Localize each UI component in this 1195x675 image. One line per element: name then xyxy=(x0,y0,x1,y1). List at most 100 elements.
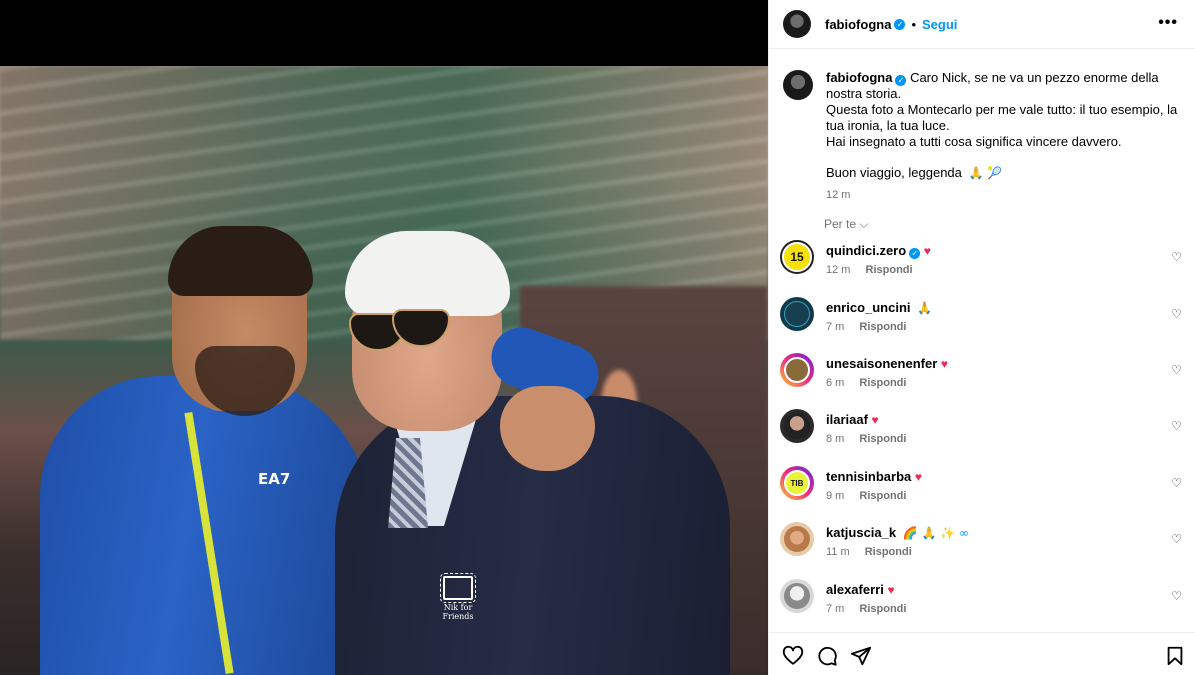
author-username[interactable]: fabiofogna xyxy=(825,17,891,32)
translation-toggle[interactable]: Per te ⌵ xyxy=(824,217,868,232)
avatar-image xyxy=(784,526,810,552)
commenter-username[interactable]: enrico_uncini xyxy=(826,300,911,315)
comment-text: ♥ xyxy=(871,413,879,427)
comment-time[interactable]: 12 m xyxy=(826,264,850,276)
comment-meta: 8 m Rispondi xyxy=(826,433,906,445)
caption-author-username[interactable]: fabiofogna xyxy=(826,70,892,85)
comment-meta: 7 m Rispondi xyxy=(826,603,906,615)
avatar-badge-text: TIB xyxy=(784,470,810,496)
comment-item: TIB tennisinbarba ♥ 9 m Rispondi ♡ xyxy=(780,466,1190,516)
comment-meta: 12 m Rispondi xyxy=(826,264,913,276)
caption-line-2: Questa foto a Montecarlo per me vale tut… xyxy=(826,102,1178,133)
commenter-avatar[interactable]: TIB xyxy=(780,466,814,500)
reply-button[interactable]: Rispondi xyxy=(859,377,906,389)
comment-item: ilariaaf ♥ 8 m Rispondi ♡ xyxy=(780,409,1190,459)
translation-label: Per te xyxy=(824,217,857,231)
comment-line: alexaferri ♥ xyxy=(826,582,895,597)
more-options-icon[interactable]: ••• xyxy=(1158,14,1178,32)
blazer-badge-text: Nik for Friends xyxy=(442,603,474,621)
separator-dot: • xyxy=(911,16,916,32)
commenter-avatar[interactable]: 15 xyxy=(780,240,814,274)
follow-button[interactable]: Segui xyxy=(922,17,957,32)
commenter-username[interactable]: katjuscia_k xyxy=(826,525,896,540)
post-caption: fabiofogna ✓ Caro Nick, se ne va un pezzo… xyxy=(783,70,1183,203)
caption-author-avatar[interactable] xyxy=(783,70,813,100)
avatar-image xyxy=(784,301,810,327)
verified-badge-icon: ✓ xyxy=(895,75,907,86)
caption-line-4: Buon viaggio, leggenda xyxy=(826,165,962,180)
comment-time[interactable]: 9 m xyxy=(826,490,844,502)
commenter-username[interactable]: quindici.zero xyxy=(826,243,906,258)
heart-icon[interactable]: ♡ xyxy=(1171,250,1182,264)
comment-line: ilariaaf ♥ xyxy=(826,412,879,427)
reply-button[interactable]: Rispondi xyxy=(859,321,906,333)
avatar-image xyxy=(784,357,810,383)
author-avatar[interactable] xyxy=(783,10,811,38)
reply-button[interactable]: Rispondi xyxy=(859,603,906,615)
comment-time[interactable]: 7 m xyxy=(826,321,844,333)
comment-text: ♥ xyxy=(887,583,895,597)
comments-scroll-area[interactable]: fabiofogna ✓ Caro Nick, se ne va un pezzo… xyxy=(769,50,1195,632)
commenter-username[interactable]: tennisinbarba xyxy=(826,469,911,484)
comment-icon[interactable] xyxy=(816,645,838,667)
comment-item: katjuscia_k 🌈 🙏 ✨ ∞ 11 m Rispondi ♡ xyxy=(780,522,1190,572)
post-photo[interactable]: EA7 Nik for Friends xyxy=(0,66,768,675)
comment-meta: 7 m Rispondi xyxy=(826,321,906,333)
commenter-username[interactable]: ilariaaf xyxy=(826,412,868,427)
avatar-image xyxy=(784,583,810,609)
reply-button[interactable]: Rispondi xyxy=(865,546,912,558)
comment-item: enrico_uncini 🙏 7 m Rispondi ♡ xyxy=(780,297,1190,347)
comment-line: tennisinbarba ♥ xyxy=(826,469,922,484)
post-actions-bar xyxy=(769,632,1195,675)
commenter-username[interactable]: unesaisonenenfer xyxy=(826,356,937,371)
comment-item: alexaferri ♥ 7 m Rispondi ♡ xyxy=(780,579,1190,629)
heart-icon[interactable] xyxy=(782,645,804,667)
verified-badge-icon: ✓ xyxy=(909,248,921,259)
comment-text: ♥ xyxy=(914,470,922,484)
comment-item: unesaisonenenfer ♥ 6 m Rispondi ♡ xyxy=(780,353,1190,403)
jacket-logo: EA7 xyxy=(258,470,291,488)
hand-on-shoulder xyxy=(500,386,595,471)
comment-text: 🌈 🙏 ✨ ∞ xyxy=(902,526,969,540)
heart-icon[interactable]: ♡ xyxy=(1171,476,1182,490)
stamp-icon xyxy=(440,573,476,603)
commenter-avatar[interactable] xyxy=(780,579,814,613)
pray-tennis-emoji: 🙏 🎾 xyxy=(968,166,1003,180)
comment-time[interactable]: 11 m xyxy=(826,546,850,558)
avatar-image xyxy=(784,413,810,439)
comment-time[interactable]: 6 m xyxy=(826,377,844,389)
commenter-avatar[interactable] xyxy=(780,522,814,556)
comment-line: katjuscia_k 🌈 🙏 ✨ ∞ xyxy=(826,525,969,540)
share-icon[interactable] xyxy=(850,645,872,667)
caption-timestamp[interactable]: 12 m xyxy=(826,187,1183,203)
heart-icon[interactable]: ♡ xyxy=(1171,419,1182,433)
reply-button[interactable]: Rispondi xyxy=(859,490,906,502)
heart-icon[interactable]: ♡ xyxy=(1171,363,1182,377)
comment-meta: 11 m Rispondi xyxy=(826,546,912,558)
commenter-username[interactable]: alexaferri xyxy=(826,582,884,597)
reply-button[interactable]: Rispondi xyxy=(859,433,906,445)
verified-badge-icon: ✓ xyxy=(894,18,906,30)
commenter-avatar[interactable] xyxy=(780,353,814,387)
comment-line: unesaisonenenfer ♥ xyxy=(826,356,948,371)
post-media[interactable]: EA7 Nik for Friends xyxy=(0,0,768,675)
comment-time[interactable]: 8 m xyxy=(826,433,844,445)
comment-meta: 9 m Rispondi xyxy=(826,490,906,502)
white-hair xyxy=(345,231,510,316)
man-hair xyxy=(168,226,313,296)
blazer-badge: Nik for Friends xyxy=(430,573,486,621)
caption-line-3: Hai insegnato a tutti cosa significa vin… xyxy=(826,134,1122,149)
comment-text: ♥ xyxy=(923,244,931,258)
comment-text: ♥ xyxy=(940,357,949,371)
comment-line: enrico_uncini 🙏 xyxy=(826,300,932,315)
commenter-avatar[interactable] xyxy=(780,409,814,443)
heart-icon[interactable]: ♡ xyxy=(1171,589,1182,603)
bookmark-icon[interactable] xyxy=(1164,645,1186,667)
commenter-avatar[interactable] xyxy=(780,297,814,331)
post-header: fabiofogna ✓ • Segui ••• xyxy=(769,0,1195,49)
comment-time[interactable]: 7 m xyxy=(826,603,844,615)
caption-body: fabiofogna ✓ Caro Nick, se ne va un pezzo… xyxy=(826,70,1183,203)
heart-icon[interactable]: ♡ xyxy=(1171,532,1182,546)
heart-icon[interactable]: ♡ xyxy=(1171,307,1182,321)
reply-button[interactable]: Rispondi xyxy=(866,264,913,276)
